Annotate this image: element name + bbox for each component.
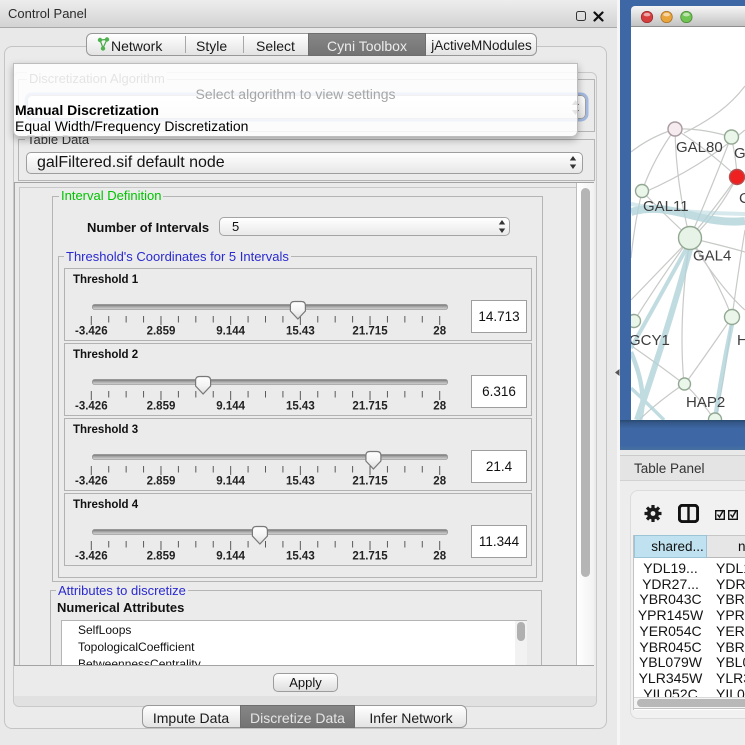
svg-text:21.715: 21.715 <box>352 326 388 338</box>
svg-text:C: C <box>739 190 745 207</box>
svg-text:21.715: 21.715 <box>352 551 388 563</box>
svg-text:2.859: 2.859 <box>147 401 176 413</box>
svg-text:28: 28 <box>433 401 446 413</box>
svg-text:2.859: 2.859 <box>147 326 176 338</box>
svg-text:28: 28 <box>433 551 446 563</box>
svg-text:15.43: 15.43 <box>286 326 315 338</box>
svg-text:GA: GA <box>734 145 745 162</box>
svg-text:9.144: 9.144 <box>216 401 245 413</box>
svg-text:-3.426: -3.426 <box>75 476 108 488</box>
svg-text:HAP2: HAP2 <box>686 394 725 411</box>
svg-text:15.43: 15.43 <box>286 401 315 413</box>
svg-text:-3.426: -3.426 <box>75 326 108 338</box>
svg-text:15.43: 15.43 <box>286 476 315 488</box>
svg-text:9.144: 9.144 <box>216 326 245 338</box>
svg-text:GAL11: GAL11 <box>643 198 689 215</box>
svg-text:GAL4: GAL4 <box>693 248 731 265</box>
svg-text:28: 28 <box>433 326 446 338</box>
svg-text:9.144: 9.144 <box>216 551 245 563</box>
svg-text:9.144: 9.144 <box>216 476 245 488</box>
svg-text:HI: HI <box>737 332 745 349</box>
svg-text:GCY1: GCY1 <box>631 332 670 349</box>
svg-text:21.715: 21.715 <box>352 401 388 413</box>
svg-text:28: 28 <box>433 476 446 488</box>
svg-text:15.43: 15.43 <box>286 551 315 563</box>
svg-text:2.859: 2.859 <box>147 476 176 488</box>
svg-text:2.859: 2.859 <box>147 551 176 563</box>
svg-text:-3.426: -3.426 <box>75 401 108 413</box>
svg-text:21.715: 21.715 <box>352 476 388 488</box>
svg-text:GAL80: GAL80 <box>676 139 723 156</box>
svg-text:-3.426: -3.426 <box>75 551 108 563</box>
